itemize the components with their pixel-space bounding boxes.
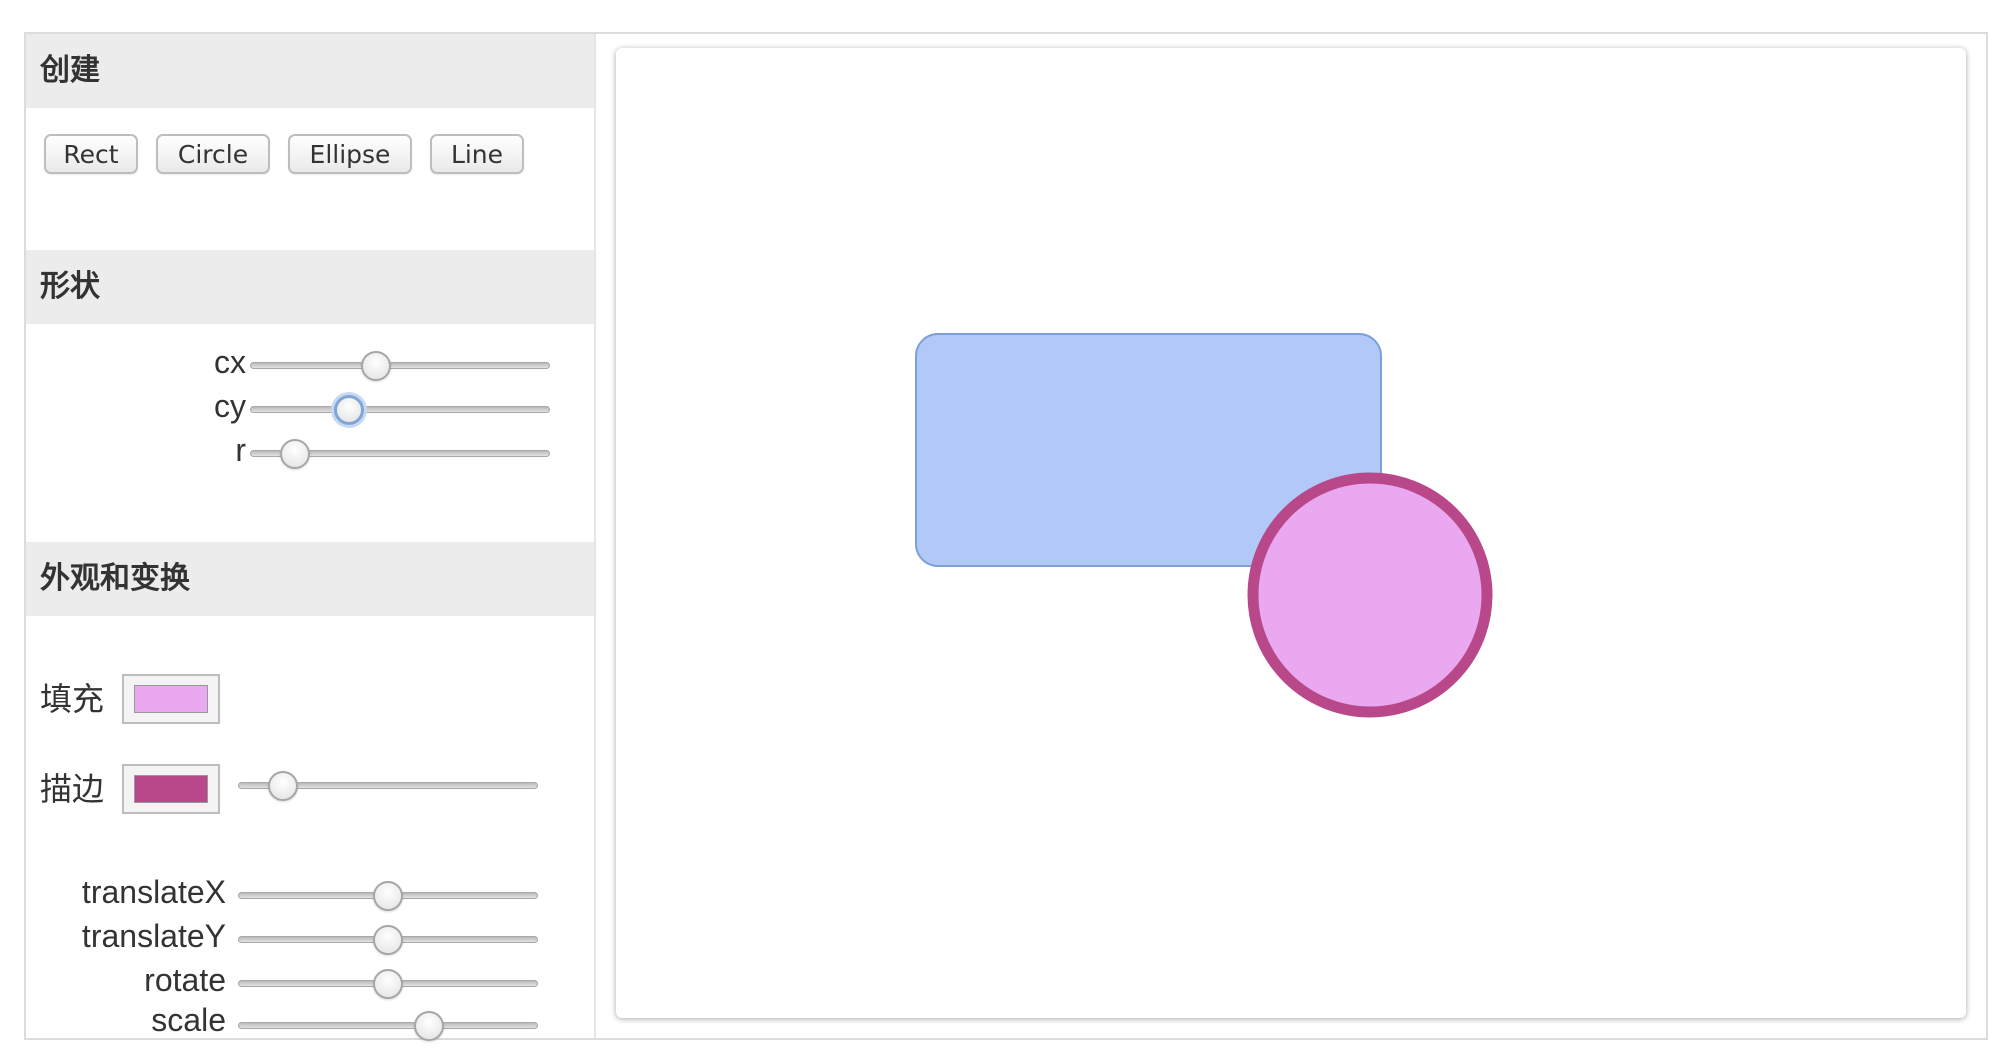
stroke-label: 描边 [40,770,105,808]
create-ellipse-button[interactable]: Ellipse [288,134,412,174]
slider-track[interactable] [250,362,550,369]
app-window: 创建 Rect Circle Ellipse Line 形状 cx cy r 外… [24,32,1988,1041]
slider-label-cy: cy [214,388,246,424]
slider-label-cx: cx [214,344,246,380]
drawing-canvas[interactable] [616,48,1966,1018]
stroke-color-swatch [134,775,208,803]
slider-label-translatex: translateX [81,874,226,910]
stroke-width-slider[interactable] [238,770,538,802]
slider-knob[interactable] [360,351,391,381]
create-rect-button[interactable]: Rect [44,134,138,174]
slider-knob[interactable] [413,1011,444,1041]
create-circle-button[interactable]: Circle [156,134,270,174]
canvas-circle-shape[interactable] [1247,472,1493,718]
section-header-create: 创建 [26,34,594,108]
slider-label-rotate: rotate [144,962,226,998]
fill-color-picker[interactable] [122,674,220,724]
r-slider[interactable] [250,438,550,470]
slider-knob[interactable] [279,439,310,469]
section-header-shape: 形状 [26,250,594,324]
fill-color-swatch [134,685,208,713]
canvas-svg [915,333,1493,718]
slider-track[interactable] [250,406,550,413]
cx-slider[interactable] [250,350,550,382]
translatey-slider[interactable] [238,924,538,956]
slider-knob[interactable] [373,969,403,999]
cy-slider[interactable] [250,394,550,426]
scale-slider[interactable] [238,1010,538,1042]
slider-knob[interactable] [373,881,403,911]
fill-label: 填充 [40,680,105,718]
slider-label-scale: scale [151,1002,226,1038]
slider-knob[interactable] [267,771,298,801]
stroke-color-picker[interactable] [122,764,220,814]
translatex-slider[interactable] [238,880,538,912]
slider-label-translatey: translateY [81,918,226,954]
slider-label-r: r [235,432,246,468]
control-panel: 创建 Rect Circle Ellipse Line 形状 cx cy r 外… [26,34,596,1041]
section-header-appearance: 外观和变换 [26,542,594,616]
slider-track[interactable] [238,1022,538,1029]
rotate-slider[interactable] [238,968,538,1000]
create-line-button[interactable]: Line [430,134,524,174]
slider-knob[interactable] [373,925,403,955]
slider-knob[interactable] [333,395,364,425]
